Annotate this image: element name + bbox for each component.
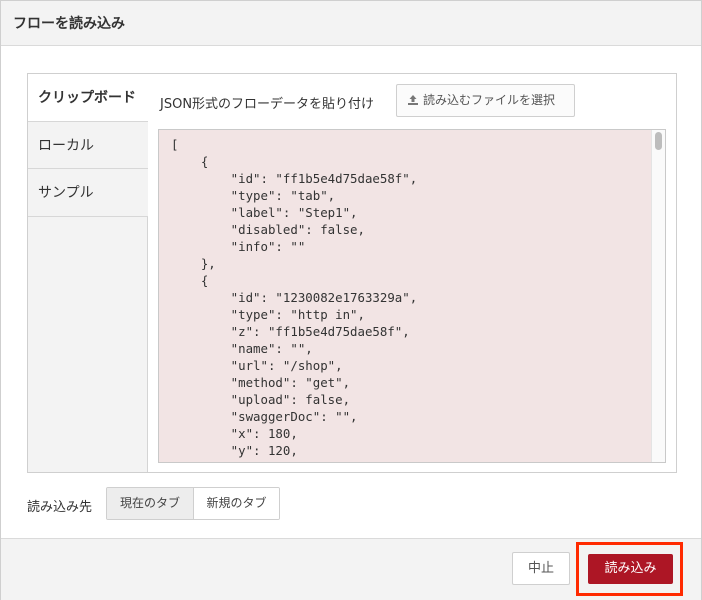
editor-scrollbar-thumb[interactable] [655,132,662,150]
select-file-label: 読み込むファイルを選択 [423,93,556,107]
import-panel: クリップボード ローカル サンプル JSON形式のフローデータを貼り付け 読み込… [27,73,677,473]
tab-clipboard[interactable]: クリップボード [28,74,149,122]
current-tab-option[interactable]: 現在のタブ [107,488,194,519]
editor-scrollbar[interactable] [651,130,665,462]
json-editor[interactable]: [ { "id": "ff1b5e4d75dae58f", "type": "t… [158,129,666,463]
import-button-highlight: 読み込み [576,542,683,596]
dialog-titlebar: フローを読み込み [1,1,701,46]
tab-sample[interactable]: サンプル [28,169,148,217]
new-tab-option[interactable]: 新規のタブ [194,488,279,519]
import-target-toggle: 現在のタブ 新規のタブ [106,487,280,520]
json-editor-content[interactable]: [ { "id": "ff1b5e4d75dae58f", "type": "t… [171,136,417,462]
import-target-label: 読み込み先 [27,500,93,515]
import-button[interactable]: 読み込み [588,554,673,584]
cancel-button[interactable]: 中止 [512,552,570,585]
source-tabs: クリップボード ローカル サンプル [28,74,149,472]
tab-local[interactable]: ローカル [28,121,148,169]
dialog-footer: 中止 読み込み [1,538,701,600]
paste-instructions: JSON形式のフローデータを貼り付け [160,97,375,112]
upload-icon [408,95,418,105]
import-flow-dialog: フローを読み込み クリップボード ローカル サンプル JSON形式のフローデータ… [0,0,702,600]
select-file-button[interactable]: 読み込むファイルを選択 [396,84,575,117]
dialog-title: フローを読み込み [13,16,125,32]
